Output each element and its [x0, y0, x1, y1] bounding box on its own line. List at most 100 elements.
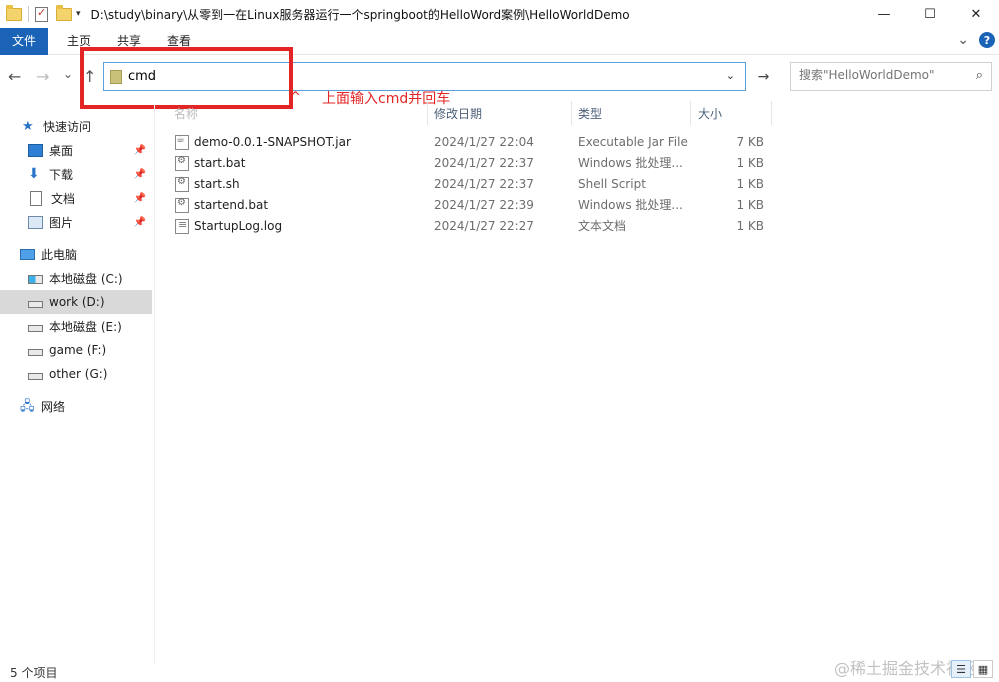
view-switcher: ☰ ▦: [951, 660, 993, 678]
column-header-size[interactable]: 大小: [698, 101, 722, 125]
drive-icon: [28, 300, 43, 308]
sidebar-item-drive-e[interactable]: 本地磁盘 (E:): [0, 314, 152, 338]
pin-icon: 📌: [133, 144, 146, 156]
pin-icon: 📌: [133, 192, 146, 204]
close-button[interactable]: ✕: [953, 0, 999, 28]
column-divider[interactable]: [690, 101, 691, 125]
tab-file[interactable]: 文件: [0, 27, 48, 55]
column-header-type[interactable]: 类型: [578, 101, 602, 125]
search-input[interactable]: [799, 68, 969, 82]
sidebar-item-drive-c[interactable]: 本地磁盘 (C:): [0, 266, 152, 290]
system-drive-icon: [28, 274, 43, 284]
file-row[interactable]: start.bat 2024/1/27 22:37 Windows 批处理...…: [166, 153, 776, 174]
file-date: 2024/1/27 22:37: [434, 177, 534, 191]
large-icons-view-icon[interactable]: ▦: [973, 660, 993, 678]
sidebar-item-label: 图片: [49, 215, 74, 230]
column-divider[interactable]: [571, 101, 572, 125]
new-folder-icon[interactable]: [56, 4, 72, 21]
file-row[interactable]: StartupLog.log 2024/1/27 22:27 文本文档 1 KB: [166, 216, 776, 237]
network-icon: 🖧: [20, 398, 35, 414]
file-size: 1 KB: [736, 219, 764, 233]
column-header-name[interactable]: 名称: [174, 101, 198, 125]
file-date: 2024/1/27 22:04: [434, 135, 534, 149]
sidebar-item-label: work (D:): [49, 295, 105, 309]
address-dropdown-chevron-icon[interactable]: ⌄: [726, 69, 735, 82]
file-size: 1 KB: [736, 177, 764, 191]
sidebar-item-label: 快速访问: [43, 119, 92, 134]
file-row[interactable]: demo-0.0.1-SNAPSHOT.jar 2024/1/27 22:04 …: [166, 132, 776, 153]
sidebar-item-network[interactable]: 🖧 网络: [0, 394, 152, 418]
sidebar-item-this-pc[interactable]: 此电脑: [0, 242, 152, 266]
sidebar-item-label: 下载: [49, 167, 74, 182]
pin-icon: 📌: [133, 168, 146, 180]
maximize-button[interactable]: ☐: [907, 0, 953, 28]
column-header-date[interactable]: 修改日期: [434, 101, 482, 125]
forward-button[interactable]: →: [36, 67, 49, 86]
toolbar-divider: [28, 6, 29, 22]
expand-ribbon-chevron-icon[interactable]: ⌄: [957, 32, 969, 48]
file-row[interactable]: start.sh 2024/1/27 22:37 Shell Script 1 …: [166, 174, 776, 195]
file-name: start.bat: [194, 156, 246, 170]
recent-locations-chevron-icon[interactable]: ⌄: [63, 67, 73, 81]
file-size: 1 KB: [736, 156, 764, 170]
annotation-highlight-box: [80, 47, 293, 109]
text-file-icon: [175, 218, 189, 234]
sidebar-item-label: 文档: [51, 191, 76, 206]
navigation-pane: ★ 快速访问 桌面 📌 ⬇ 下载 📌 文档 📌 图片 📌 此电脑 本地磁盘 (C…: [0, 104, 155, 664]
file-date: 2024/1/27 22:27: [434, 219, 534, 233]
download-icon: ⬇: [28, 165, 40, 182]
file-name: StartupLog.log: [194, 219, 283, 233]
sidebar-item-label: other (G:): [49, 367, 108, 381]
file-row[interactable]: startend.bat 2024/1/27 22:39 Windows 批处理…: [166, 195, 776, 216]
file-type: Executable Jar File: [578, 135, 688, 149]
file-name: demo-0.0.1-SNAPSHOT.jar: [194, 135, 351, 149]
window-controls: — ☐ ✕: [861, 0, 999, 28]
drive-icon: [28, 324, 43, 332]
sidebar-item-drive-d[interactable]: work (D:): [0, 290, 152, 314]
sidebar-item-pictures[interactable]: 图片 📌: [0, 210, 152, 234]
file-type: Shell Script: [578, 177, 646, 191]
script-file-icon: [175, 176, 189, 192]
drive-icon: [28, 348, 43, 356]
file-type: 文本文档: [578, 219, 627, 233]
file-date: 2024/1/27 22:37: [434, 156, 534, 170]
file-name: start.sh: [194, 177, 240, 191]
sidebar-item-desktop[interactable]: 桌面 📌: [0, 138, 152, 162]
window-title: D:\study\binary\从零到一在Linux服务器运行一个springb…: [90, 7, 630, 22]
sidebar-item-label: 桌面: [49, 143, 74, 158]
sidebar-item-downloads[interactable]: ⬇ 下载 📌: [0, 162, 152, 186]
annotation-caret: ^: [290, 90, 301, 105]
back-button[interactable]: ←: [8, 67, 21, 86]
go-button[interactable]: →: [750, 62, 777, 91]
quick-access-toolbar: ▾: [0, 4, 81, 22]
search-box[interactable]: ⌕: [790, 62, 992, 91]
search-icon[interactable]: ⌕: [976, 68, 983, 83]
sidebar-item-quick-access[interactable]: ★ 快速访问: [0, 114, 152, 138]
sidebar-item-drive-g[interactable]: other (G:): [0, 362, 152, 386]
drive-icon: [28, 372, 43, 380]
sidebar-item-label: game (F:): [49, 343, 107, 357]
column-divider[interactable]: [427, 101, 428, 125]
sidebar-item-label: 本地磁盘 (C:): [49, 271, 123, 286]
column-divider[interactable]: [771, 101, 772, 125]
document-icon: [30, 190, 42, 206]
sidebar-item-label: 网络: [41, 399, 66, 414]
file-size: 7 KB: [736, 135, 764, 149]
properties-icon[interactable]: [35, 6, 48, 22]
annotation-text: 上面输入cmd并回车: [322, 91, 451, 107]
minimize-button[interactable]: —: [861, 0, 907, 28]
sidebar-item-documents[interactable]: 文档 📌: [0, 186, 152, 210]
pictures-icon: [28, 215, 43, 229]
pin-icon: 📌: [133, 216, 146, 228]
file-size: 1 KB: [736, 198, 764, 212]
sidebar-item-drive-f[interactable]: game (F:): [0, 338, 152, 362]
customize-toolbar-chevron-icon[interactable]: ▾: [76, 9, 81, 19]
batch-file-icon: [175, 197, 189, 213]
star-icon: ★: [22, 118, 34, 134]
file-name: startend.bat: [194, 198, 269, 212]
jar-file-icon: [175, 134, 189, 150]
sidebar-item-label: 本地磁盘 (E:): [49, 319, 122, 334]
help-icon[interactable]: ?: [979, 32, 995, 48]
details-view-icon[interactable]: ☰: [951, 660, 971, 678]
title-bar: ▾ D:\study\binary\从零到一在Linux服务器运行一个sprin…: [0, 0, 999, 28]
